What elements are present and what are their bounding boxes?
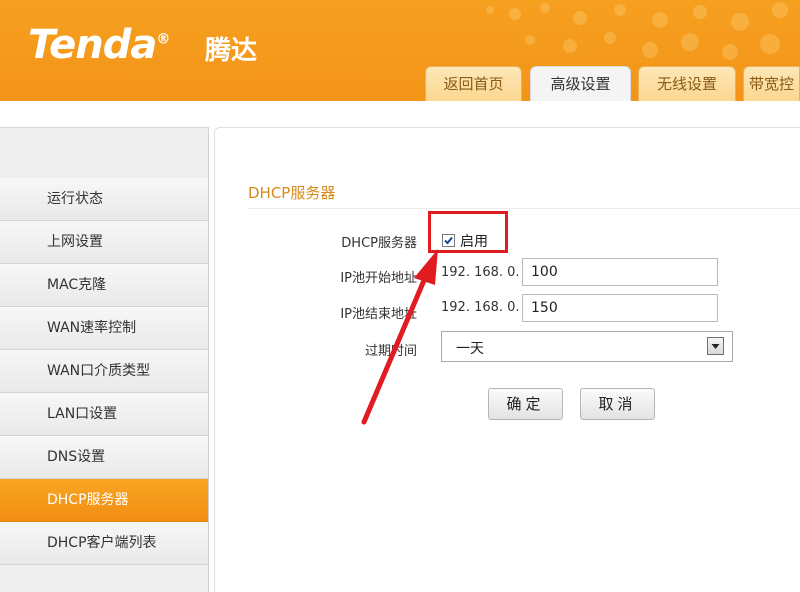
tab-bandwidth-control[interactable]: 带宽控 <box>743 66 800 101</box>
sidebar-item-internet-settings[interactable]: 上网设置 <box>0 221 208 264</box>
tab-wireless-settings[interactable]: 无线设置 <box>638 66 736 101</box>
ip-start-label: IP池开始地址 <box>340 271 417 286</box>
lease-time-label: 过期时间 <box>364 344 417 359</box>
dhcp-server-label: DHCP服务器 <box>341 236 417 251</box>
ip-end-label: IP池结束地址 <box>340 307 417 322</box>
sidebar-item-dns-settings[interactable]: DNS设置 <box>0 436 208 479</box>
cancel-button[interactable]: 取消 <box>580 388 655 420</box>
lease-time-select[interactable]: 一天 <box>441 331 733 362</box>
ip-end-prefix: 192. 168. 0. <box>441 300 520 315</box>
logo-chinese: 腾达 <box>205 36 258 66</box>
sidebar-item-wan-speed[interactable]: WAN速率控制 <box>0 307 208 350</box>
ip-end-input[interactable] <box>522 294 718 322</box>
sidebar-item-mac-clone[interactable]: MAC克隆 <box>0 264 208 307</box>
annotation-highlight-box <box>428 211 508 253</box>
sidebar-item-lan-settings[interactable]: LAN口设置 <box>0 393 208 436</box>
section-divider <box>248 208 800 209</box>
sidebar: 运行状态 上网设置 MAC克隆 WAN速率控制 WAN口介质类型 LAN口设置 … <box>0 127 209 592</box>
sidebar-item-dhcp-server[interactable]: DHCP服务器 <box>0 479 208 522</box>
lease-time-value: 一天 <box>456 341 484 357</box>
sidebar-item-dhcp-client-list[interactable]: DHCP客户端列表 <box>0 522 208 565</box>
sidebar-item-run-status[interactable]: 运行状态 <box>0 178 208 221</box>
tab-advanced-settings[interactable]: 高级设置 <box>530 66 631 101</box>
ip-start-input[interactable] <box>522 258 718 286</box>
ip-start-prefix: 192. 168. 0. <box>441 265 520 280</box>
chevron-down-icon[interactable] <box>707 337 724 355</box>
tab-home[interactable]: 返回首页 <box>425 66 522 101</box>
section-title: DHCP服务器 <box>248 184 336 202</box>
confirm-button[interactable]: 确定 <box>488 388 563 420</box>
sidebar-item-wan-medium[interactable]: WAN口介质类型 <box>0 350 208 393</box>
tenda-logo: Tenda® <box>28 22 170 68</box>
